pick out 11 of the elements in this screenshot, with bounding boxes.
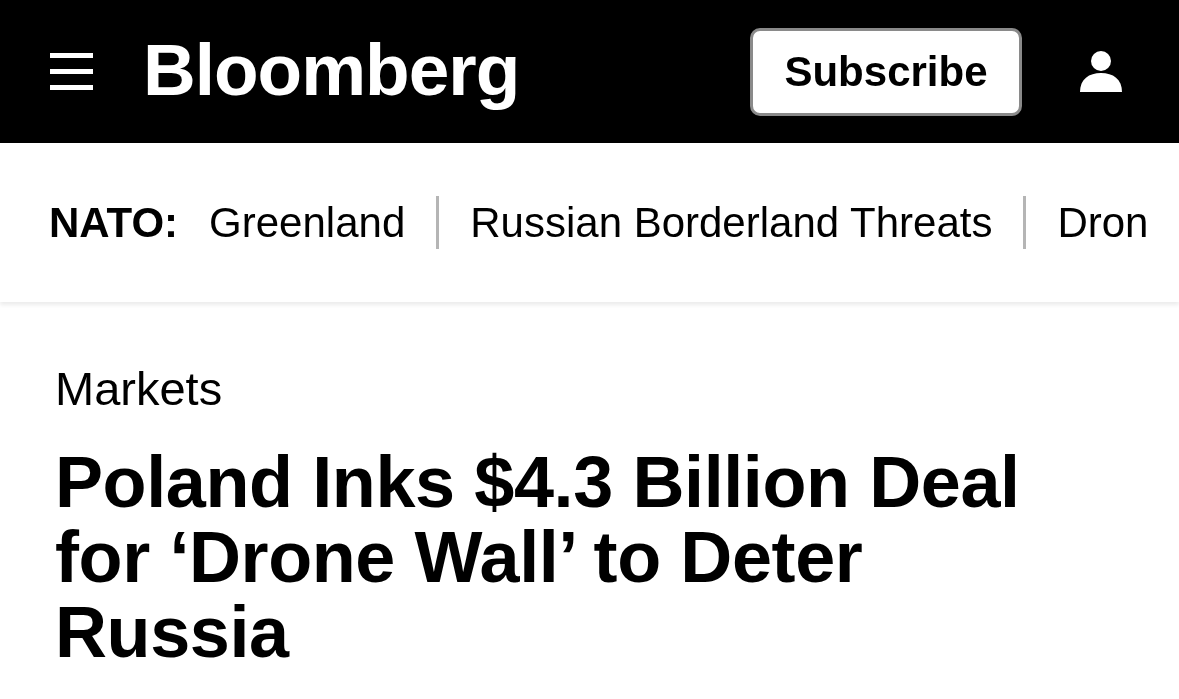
topic-link[interactable]: Russian Borderland Threats [470, 198, 993, 247]
topic-link[interactable]: Dron [1057, 198, 1149, 247]
subscribe-button[interactable]: Subscribe [750, 27, 1022, 116]
topic-link[interactable]: Greenland [209, 198, 406, 247]
topic-label: NATO: [49, 198, 179, 247]
article-headline: Poland Inks $4.3 Billion Deal for ‘Drone Wall’ to Deter Russia [55, 445, 1021, 670]
menu-button[interactable] [50, 53, 93, 90]
section-link[interactable]: Markets [55, 361, 223, 416]
account-button[interactable] [1080, 51, 1122, 92]
menu-icon [50, 53, 93, 90]
user-icon [1080, 51, 1122, 92]
